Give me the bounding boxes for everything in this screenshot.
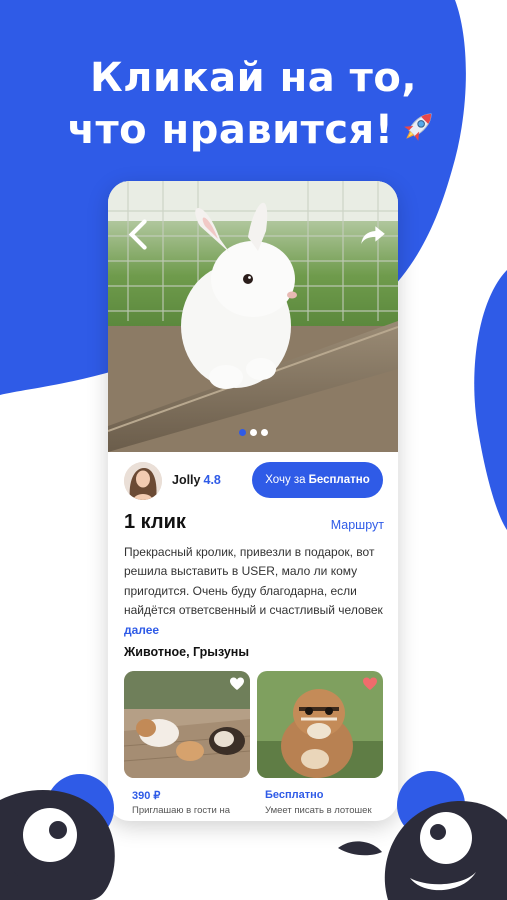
route-link[interactable]: Маршрут: [331, 518, 384, 532]
related-card-price: Бесплатно: [265, 789, 324, 801]
seller-row: Jolly 4.8 Хочу за Бесплатно: [124, 462, 386, 500]
heart-icon: [230, 677, 244, 690]
want-button-value: Бесплатно: [308, 474, 370, 486]
headline-line-2: что нравится!: [67, 107, 394, 153]
seller-rating: 4.8: [203, 473, 221, 487]
listing-description: Прекрасный кролик, привезли в подарок, в…: [124, 543, 390, 640]
gallery-dot-2[interactable]: [249, 429, 257, 436]
gallery-dot-3[interactable]: [260, 429, 268, 436]
seller-avatar[interactable]: [124, 462, 162, 500]
listing-category: Животное, Грызуны: [124, 645, 250, 659]
want-for-free-button[interactable]: Хочу за Бесплатно: [252, 462, 383, 498]
share-button[interactable]: [360, 221, 386, 247]
heart-icon: [363, 677, 377, 690]
chevron-left-icon: [128, 218, 147, 250]
description-text: Прекрасный кролик, привезли в подарок, в…: [124, 545, 383, 618]
want-button-prefix: Хочу за: [265, 474, 306, 486]
favorite-button[interactable]: [229, 676, 245, 692]
phone-screen: Jolly 4.8 Хочу за Бесплатно 1 клик Маршрут…: [108, 181, 398, 821]
monster-right-illustration: [338, 771, 507, 900]
monster-left-illustration: [0, 774, 115, 900]
gallery-pagination: [108, 429, 398, 436]
read-more-link[interactable]: далее: [124, 623, 159, 637]
seller-name: Jolly: [172, 473, 201, 487]
listing-price: 1 клик: [124, 511, 186, 533]
gallery-dot-1[interactable]: [238, 429, 246, 436]
back-button[interactable]: [126, 218, 152, 250]
listing-photo-rabbit[interactable]: [108, 181, 398, 452]
favorite-button[interactable]: [362, 676, 378, 692]
seller-info: Jolly 4.8: [172, 473, 221, 487]
rocket-icon: [399, 106, 439, 159]
promo-headline: Кликай на то, что нравится!: [0, 52, 507, 159]
headline-line-1: Кликай на то,: [89, 55, 418, 101]
share-arrow-icon: [361, 225, 385, 244]
